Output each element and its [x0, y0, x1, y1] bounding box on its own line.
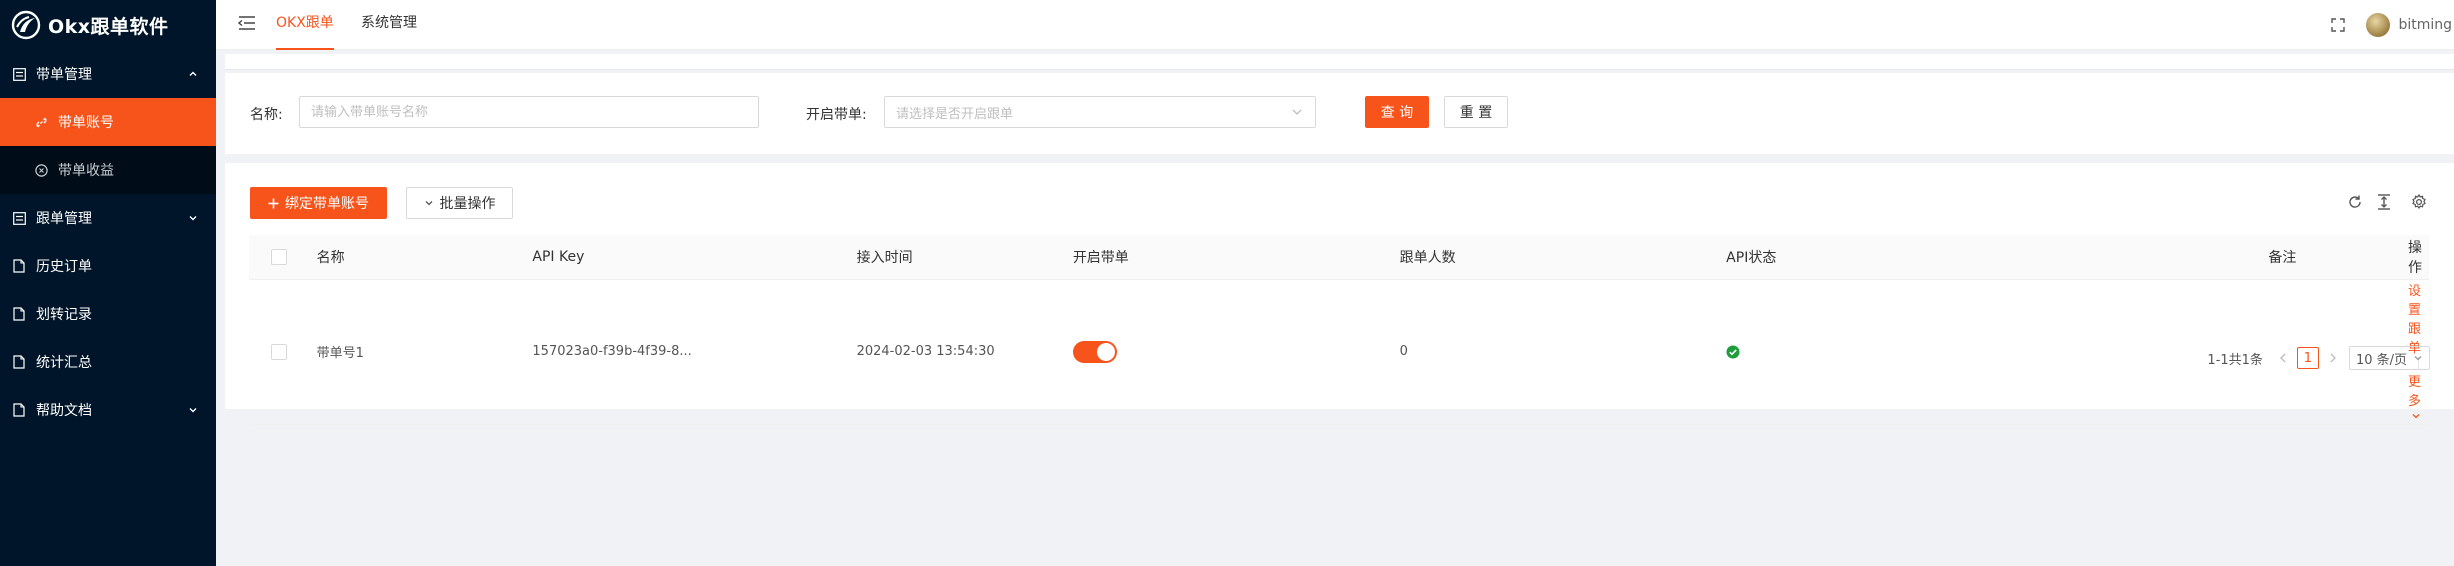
- chevron-up-icon: [188, 69, 198, 79]
- app-title: Okx跟单软件: [48, 15, 169, 38]
- page-size-select[interactable]: 10 条/页: [2348, 346, 2430, 370]
- link-icon: [34, 115, 48, 129]
- bind-button-label: 绑定带单账号: [285, 196, 369, 212]
- chevron-right-icon[interactable]: [2325, 353, 2341, 363]
- table-header-row: 名称 API Key 接入时间 开启带单 跟单人数 API状态 备注 操作: [249, 235, 2429, 280]
- chevron-down-icon: [188, 405, 198, 415]
- app-logo[interactable]: Okx跟单软件: [0, 0, 216, 50]
- reset-button[interactable]: 重 置: [1444, 96, 1508, 128]
- chevron-down-icon: [2412, 414, 2420, 419]
- sidebar-item-label: 带单收益: [58, 163, 114, 179]
- settings-icon[interactable]: [2410, 193, 2428, 211]
- search-form: 名称: 开启带单: 请选择是否开启跟单 查 询 重 置: [225, 73, 2454, 154]
- enable-lead-toggle[interactable]: [1072, 340, 1117, 363]
- more-label: 更多: [2408, 374, 2422, 409]
- sidebar-group-label: 跟单管理: [36, 211, 92, 227]
- more-actions-link[interactable]: 更多: [2408, 375, 2421, 424]
- logo-icon: [10, 9, 42, 41]
- content-area: [225, 54, 2454, 70]
- cell-time: 2024-02-03 13:54:30: [856, 279, 1073, 425]
- select-all-cell: [249, 235, 317, 280]
- batch-operation-button[interactable]: 批量操作: [406, 187, 513, 219]
- chevron-down-icon: [188, 213, 198, 223]
- chevron-down-icon: [1291, 106, 1303, 122]
- table-card: 绑定带单账号 批量操作 名称 API Key 接入时间 开启带单 跟单人数 AP…: [225, 163, 2454, 425]
- column-height-icon[interactable]: [2375, 193, 2393, 211]
- cell-api-key: 157023a0-f39b-4f39-8...: [532, 279, 857, 425]
- sidebar-item-history-orders[interactable]: 历史订单: [0, 242, 216, 290]
- sidebar-item-lead-profit[interactable]: 带单收益: [0, 146, 216, 194]
- menu-fold-icon[interactable]: [236, 12, 258, 34]
- enable-label: 开启带单:: [806, 107, 867, 123]
- column-header: 开启带单: [1072, 235, 1400, 280]
- query-button[interactable]: 查 询: [1365, 96, 1429, 128]
- tab-system-management[interactable]: 系统管理: [361, 0, 417, 50]
- header-right: bitming: [2328, 0, 2454, 50]
- cell-followers: 0: [1399, 279, 1727, 425]
- sidebar-item-statistics[interactable]: 统计汇总: [0, 338, 216, 386]
- sidebar-group-follow-management[interactable]: 跟单管理: [0, 194, 216, 242]
- username[interactable]: bitming: [2398, 17, 2452, 33]
- bind-lead-account-button[interactable]: 绑定带单账号: [250, 187, 387, 219]
- tab-okx-follow[interactable]: OKX跟单: [276, 0, 334, 50]
- file-icon: [12, 403, 26, 417]
- row-checkbox[interactable]: [271, 343, 287, 360]
- file-icon: [12, 307, 26, 321]
- coin-icon: [34, 163, 48, 177]
- sidebar-group-help-docs[interactable]: 帮助文档: [0, 386, 216, 434]
- chevron-down-icon: [424, 198, 434, 208]
- enable-select-placeholder: 请选择是否开启跟单: [896, 106, 1014, 122]
- sidebar-group-lead-management[interactable]: 带单管理: [0, 50, 216, 98]
- sidebar-group-label: 帮助文档: [36, 403, 92, 419]
- column-header: API Key: [532, 235, 857, 280]
- refresh-icon[interactable]: [2346, 193, 2364, 211]
- column-header: 接入时间: [856, 235, 1073, 280]
- cell-api-status: [1726, 279, 2269, 425]
- sidebar-item-lead-accounts[interactable]: 带单账号: [0, 98, 216, 146]
- top-header: OKX跟单 系统管理 bitming: [216, 0, 2454, 50]
- file-icon: [12, 259, 26, 273]
- name-search-input[interactable]: [299, 96, 759, 128]
- pagination-summary: 1-1共1条: [2207, 352, 2263, 368]
- column-header: API状态: [1726, 235, 2269, 280]
- avatar[interactable]: [2366, 13, 2391, 37]
- check-circle-icon: [1726, 345, 1740, 359]
- sidebar-item-label: 历史订单: [36, 259, 92, 275]
- fullscreen-icon[interactable]: [2328, 15, 2348, 35]
- name-label: 名称:: [250, 107, 283, 123]
- cell-enabled: [1072, 279, 1400, 425]
- toggle-knob: [1096, 342, 1115, 361]
- chevron-left-icon[interactable]: [2275, 353, 2291, 363]
- page-size-label: 10 条/页: [2355, 352, 2407, 368]
- table-row: 带单号1 157023a0-f39b-4f39-8... 2024-02-03 …: [249, 279, 2429, 425]
- lead-accounts-table: 名称 API Key 接入时间 开启带单 跟单人数 API状态 备注 操作 带单…: [249, 235, 2429, 425]
- column-header: 跟单人数: [1399, 235, 1727, 280]
- batch-button-label: 批量操作: [439, 196, 496, 212]
- sidebar-item-label: 带单账号: [58, 115, 114, 131]
- sidebar-item-label: 划转记录: [36, 307, 92, 323]
- sidebar-item-label: 统计汇总: [36, 355, 92, 371]
- column-header: 操作: [2408, 235, 2429, 280]
- cell-name: 带单号1: [316, 279, 533, 425]
- list-icon: [12, 67, 26, 81]
- pagination: 1-1共1条 1 10 条/页: [2207, 346, 2430, 370]
- set-follow-link[interactable]: 设置跟单: [2408, 284, 2421, 356]
- column-header: 备注: [2268, 235, 2408, 280]
- sidebar-submenu: 带单账号 带单收益: [0, 98, 216, 194]
- tabs-strip: [225, 54, 2454, 70]
- sidebar: Okx跟单软件 带单管理 带单账号 带单收益 跟单管理 历史订单 划转记录 统计…: [0, 0, 216, 566]
- plus-icon: [268, 198, 279, 209]
- sidebar-item-transfer-records[interactable]: 划转记录: [0, 290, 216, 338]
- file-icon: [12, 355, 26, 369]
- column-header: 名称: [316, 235, 533, 280]
- chevron-down-icon: [2414, 356, 2422, 361]
- page-number-current[interactable]: 1: [2296, 347, 2319, 369]
- row-select-cell: [249, 279, 317, 425]
- list-icon: [12, 211, 26, 225]
- enable-select[interactable]: 请选择是否开启跟单: [884, 96, 1316, 128]
- select-all-checkbox[interactable]: [271, 248, 287, 265]
- sidebar-group-label: 带单管理: [36, 67, 92, 83]
